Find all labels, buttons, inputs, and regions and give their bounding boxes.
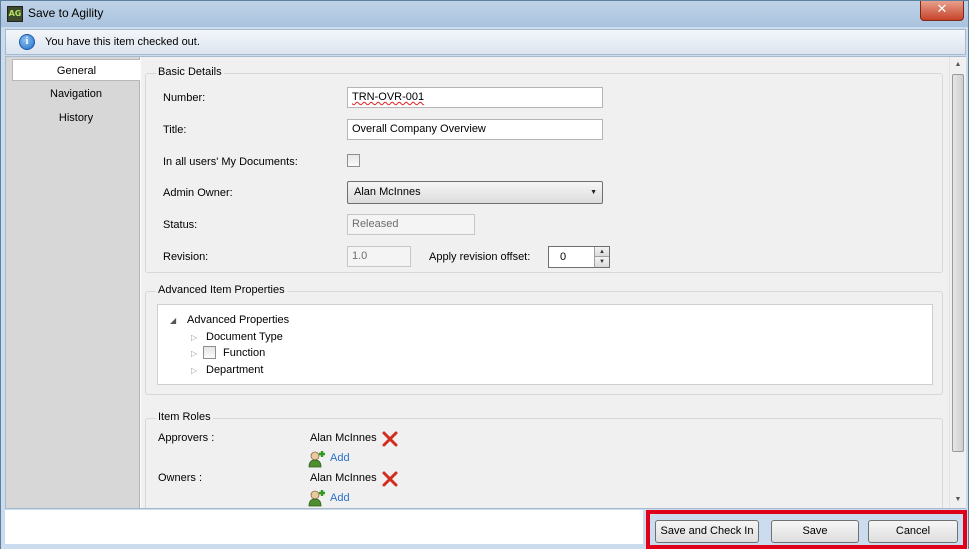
add-owner-link[interactable]: Add	[330, 492, 350, 504]
vertical-scrollbar[interactable]: ▲ ▼	[949, 57, 966, 508]
title-label: Title:	[163, 124, 187, 136]
tree-item-department[interactable]: Department	[206, 364, 263, 376]
tree-root-advanced-properties[interactable]: Advanced Properties	[187, 314, 289, 326]
general-panel: Basic Details Number: TRN-OVR-001 Title:…	[141, 57, 949, 508]
nav-item-history[interactable]: History	[12, 107, 140, 129]
admin-owner-select[interactable]: Alan McInnes ▼	[347, 181, 603, 204]
side-navigation: General Navigation History	[6, 57, 140, 508]
tree-item-document-type[interactable]: Document Type	[206, 331, 283, 343]
revision-offset-stepper[interactable]: 0 ▲ ▼	[548, 246, 610, 268]
approvers-label: Approvers :	[158, 432, 215, 444]
info-message: You have this item checked out.	[45, 36, 200, 48]
add-user-icon[interactable]	[308, 450, 326, 468]
agility-app-icon: AG	[7, 6, 23, 22]
owner-name: Alan McInnes	[310, 472, 377, 484]
number-label: Number:	[163, 92, 206, 104]
stepper-up-icon[interactable]: ▲	[594, 247, 609, 257]
dialog-footer: Save and Check In Save Cancel	[1, 510, 968, 549]
revision-offset-value: 0	[560, 251, 567, 263]
stepper-down-icon[interactable]: ▼	[594, 257, 609, 267]
function-checkbox[interactable]	[203, 346, 216, 359]
info-bar: i You have this item checked out.	[5, 29, 966, 55]
footer-status-area	[5, 510, 643, 544]
approver-name: Alan McInnes	[310, 432, 377, 444]
close-button[interactable]: ✕	[920, 1, 964, 21]
save-button[interactable]: Save	[771, 520, 859, 543]
owners-label: Owners :	[158, 472, 203, 484]
basic-details-heading: Basic Details	[156, 66, 224, 78]
tree-collapsed-icon[interactable]: ▷	[191, 366, 197, 375]
info-icon: i	[19, 34, 35, 50]
my-documents-checkbox[interactable]	[347, 154, 360, 167]
revision-offset-label: Apply revision offset:	[429, 251, 531, 263]
status-label: Status:	[163, 219, 198, 231]
tree-collapsed-icon[interactable]: ▷	[191, 333, 197, 342]
number-value: TRN-OVR-001	[352, 91, 425, 103]
scrollbar-thumb[interactable]	[952, 74, 964, 452]
save-dialog: AG Save to Agility ✕ i You have this ite…	[0, 0, 969, 549]
my-documents-label: In all users' My Documents:	[163, 156, 298, 168]
revision-field: 1.0	[347, 246, 411, 267]
advanced-properties-heading: Advanced Item Properties	[156, 284, 287, 296]
add-user-icon[interactable]	[308, 489, 326, 507]
title-bar: AG Save to Agility ✕	[1, 1, 968, 27]
admin-owner-value: Alan McInnes	[354, 186, 421, 198]
title-input[interactable]: Overall Company Overview	[347, 119, 603, 140]
tree-item-function[interactable]: Function	[223, 347, 265, 359]
scroll-up-icon[interactable]: ▲	[950, 57, 966, 73]
save-and-check-in-button[interactable]: Save and Check In	[655, 520, 759, 543]
tree-collapsed-icon[interactable]: ▷	[191, 349, 197, 358]
remove-approver-icon[interactable]	[381, 430, 399, 448]
admin-owner-label: Admin Owner:	[163, 187, 233, 199]
item-roles-heading: Item Roles	[156, 411, 213, 423]
item-roles-group	[145, 418, 943, 508]
dialog-body: General Navigation History Basic Details…	[5, 56, 966, 509]
nav-item-navigation[interactable]: Navigation	[12, 83, 140, 105]
window-title: Save to Agility	[28, 6, 104, 20]
tree-expanded-icon[interactable]: ◢	[170, 316, 176, 325]
revision-label: Revision:	[163, 251, 209, 263]
cancel-button[interactable]: Cancel	[868, 520, 958, 543]
nav-item-general[interactable]: General	[12, 59, 140, 81]
add-approver-link[interactable]: Add	[330, 452, 350, 464]
number-input[interactable]: TRN-OVR-001	[347, 87, 603, 108]
status-field: Released	[347, 214, 475, 235]
remove-owner-icon[interactable]	[381, 470, 399, 488]
buttons-highlight-box: Save and Check In Save Cancel	[646, 510, 967, 549]
scroll-down-icon[interactable]: ▼	[950, 492, 966, 508]
advanced-properties-tree: ◢ Advanced Properties ▷ Document Type ▷ …	[157, 304, 933, 385]
chevron-down-icon: ▼	[590, 189, 597, 196]
